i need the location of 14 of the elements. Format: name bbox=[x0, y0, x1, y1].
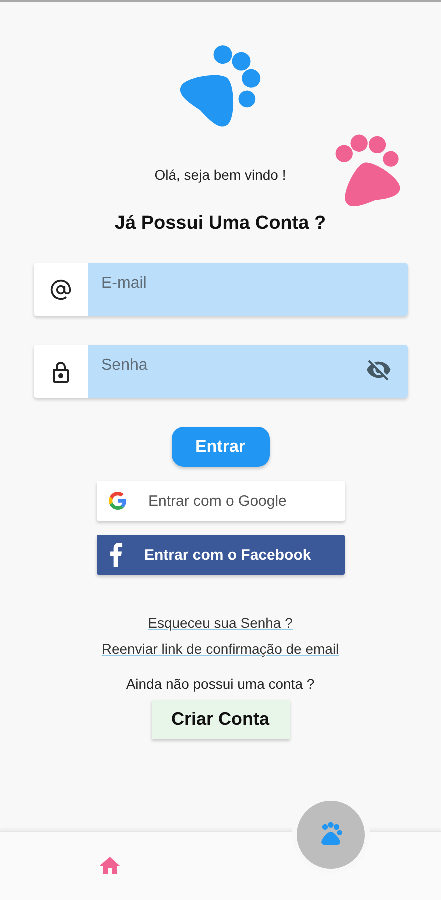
paw-logo-icon bbox=[178, 44, 262, 128]
page-title: Já Possui Uma Conta ? bbox=[114, 213, 326, 235]
text-link[interactable]: Esqueceu sua Senha ? bbox=[148, 615, 293, 631]
google-logo-icon bbox=[108, 492, 126, 510]
text-link[interactable]: Reenviar link de confirmação de email bbox=[102, 641, 340, 657]
lock-icon bbox=[50, 360, 70, 382]
signup-button[interactable]: Criar Conta bbox=[152, 700, 290, 739]
facebook-logo-icon bbox=[108, 543, 122, 567]
at-sign-icon bbox=[50, 278, 72, 300]
facebook-login-button[interactable]: Entrar com o Facebook bbox=[96, 535, 344, 575]
email-field[interactable]: E-mail bbox=[88, 263, 408, 316]
signup-prompt: Ainda não possui uma conta ? bbox=[126, 676, 315, 692]
google-login-button[interactable]: Entrar com o Google bbox=[96, 481, 344, 521]
welcome-text: Olá, seja bem vindo ! bbox=[154, 167, 286, 183]
